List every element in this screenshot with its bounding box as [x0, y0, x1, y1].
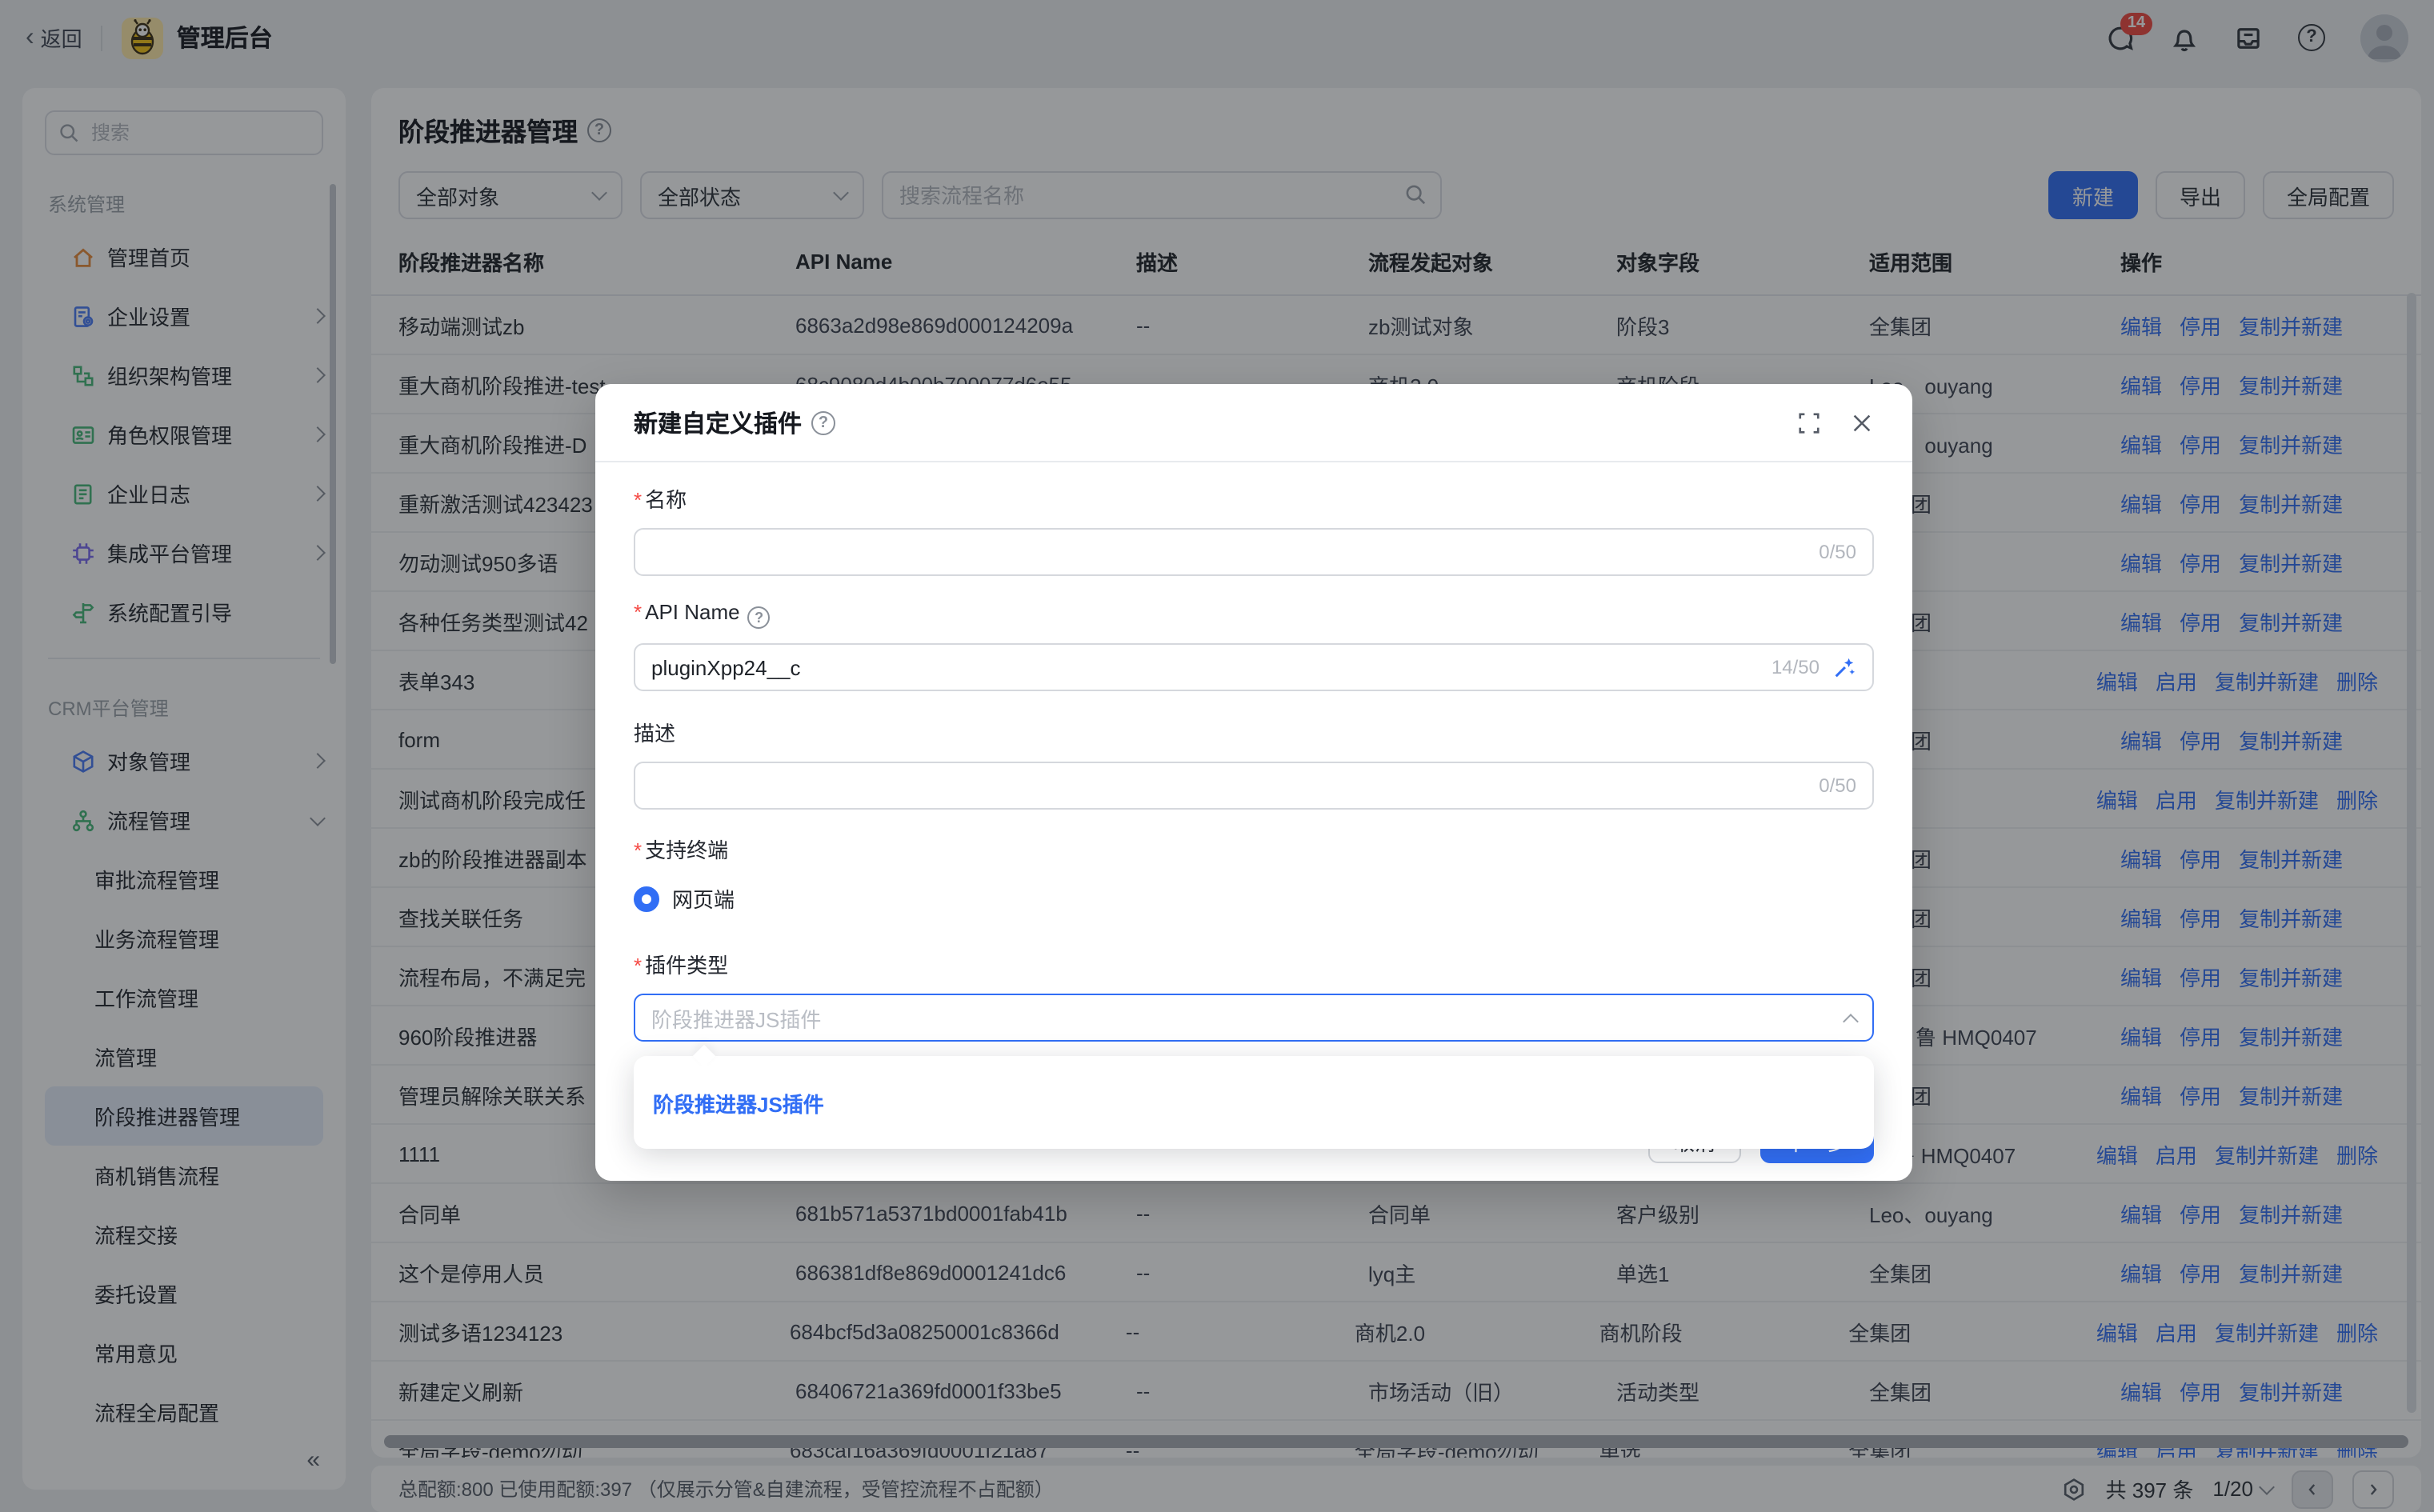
fullscreen-icon[interactable]: [1797, 410, 1821, 434]
desc-field-counter: 0/50: [1819, 774, 1856, 797]
close-icon[interactable]: [1850, 410, 1874, 434]
name-field-label: 名称: [634, 483, 1874, 514]
chevron-up-icon: [1843, 1013, 1859, 1029]
web-terminal-radio[interactable]: 网页端: [634, 883, 1874, 914]
ai-translate-wand-icon[interactable]: [1832, 655, 1856, 679]
api-field-label: API Name: [634, 600, 740, 624]
dropdown-option-stage-js-plugin[interactable]: 阶段推进器JS插件: [634, 1056, 1874, 1149]
admin-console-page: ‹ 返回 管理后台 14 ?: [0, 0, 2434, 1512]
api-field-counter: 14/50: [1771, 656, 1819, 678]
web-terminal-radio-label: 网页端: [672, 883, 735, 914]
create-plugin-modal: 新建自定义插件 ? 名称 0/50 API Name? 14/50: [595, 384, 1912, 1181]
radio-selected-icon: [634, 886, 659, 911]
api-help-icon[interactable]: ?: [748, 606, 771, 629]
api-field-input[interactable]: [651, 655, 1759, 679]
plugin-type-field-label: 插件类型: [634, 949, 1874, 979]
plugin-type-select[interactable]: 阶段推进器JS插件: [634, 994, 1874, 1042]
divider: [595, 461, 1912, 462]
plugin-type-placeholder: 阶段推进器JS插件: [651, 1002, 1845, 1033]
plugin-type-dropdown: 阶段推进器JS插件: [634, 1056, 1874, 1149]
name-field-input[interactable]: [651, 540, 1806, 564]
modal-help-icon[interactable]: ?: [811, 410, 835, 434]
modal-title: 新建自定义插件: [634, 406, 802, 439]
terminal-field-label: 支持终端: [634, 834, 1874, 864]
name-field-counter: 0/50: [1819, 541, 1856, 563]
desc-field-label: 描述: [634, 717, 1874, 747]
desc-field-input[interactable]: [651, 774, 1806, 798]
